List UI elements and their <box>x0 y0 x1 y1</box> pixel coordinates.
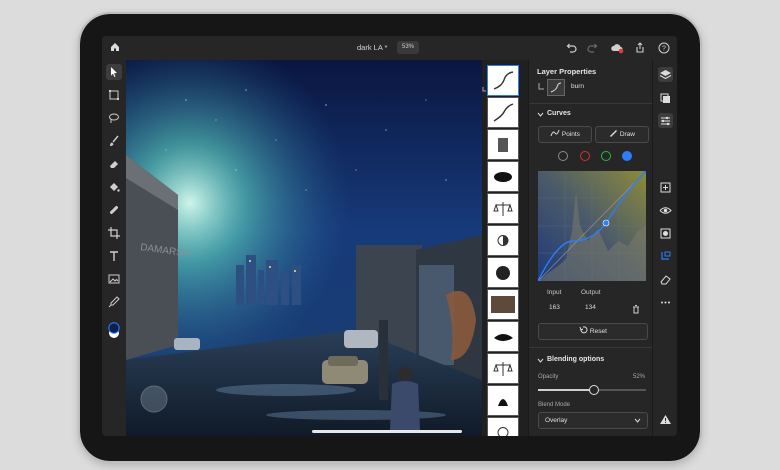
trash-icon[interactable] <box>631 304 641 314</box>
opacity-slider-fill <box>538 389 595 391</box>
redo-icon[interactable] <box>586 41 600 55</box>
color-swatch-icon[interactable] <box>106 319 122 338</box>
clip-link-icon <box>482 87 486 92</box>
visibility-icon[interactable] <box>658 203 673 218</box>
channel-blue-dot[interactable] <box>622 151 632 161</box>
draw-label: Draw <box>619 131 635 138</box>
chevron-down-icon <box>634 418 641 423</box>
divider <box>529 103 653 104</box>
divider <box>529 347 653 348</box>
add-layer-icon[interactable] <box>658 180 673 195</box>
top-bar: dark LA * 53% ? <box>102 36 677 60</box>
properties-panel: Layer Properties burn Curves Points Draw <box>528 60 653 436</box>
lasso-tool-icon[interactable] <box>106 110 122 126</box>
cloud-sync-icon[interactable] <box>610 41 624 55</box>
place-image-tool-icon[interactable] <box>106 271 122 287</box>
layers-strip <box>482 60 528 436</box>
layer-thumb-brightness[interactable] <box>487 225 519 256</box>
points-label: Points <box>561 131 580 138</box>
panel-title: Layer Properties <box>537 67 597 76</box>
select-tool-icon[interactable] <box>106 64 122 80</box>
layer-thumb-image[interactable] <box>487 129 519 160</box>
share-icon[interactable] <box>633 41 647 55</box>
curves-section-title[interactable]: Curves <box>547 110 571 117</box>
layer-name[interactable]: burn <box>571 83 584 90</box>
layer-thumb-burn[interactable] <box>487 65 519 96</box>
right-toolbar <box>652 60 677 436</box>
transform-tool-icon[interactable] <box>106 87 122 103</box>
output-value[interactable]: 134 <box>585 301 596 315</box>
image-canvas[interactable]: DAMARSH <box>126 60 482 436</box>
output-label: Output <box>581 289 601 296</box>
reset-button[interactable]: Reset <box>538 323 648 340</box>
warning-icon[interactable] <box>658 412 673 427</box>
help-icon[interactable]: ? <box>657 41 671 55</box>
adjustments-icon[interactable] <box>658 90 673 105</box>
opacity-slider-thumb[interactable] <box>589 385 600 395</box>
layer-thumb-mask[interactable] <box>487 257 519 288</box>
document-title[interactable]: dark LA * <box>357 43 387 52</box>
blend-mode-label: Blend Mode <box>538 402 571 408</box>
blending-section-title[interactable]: Blending options <box>547 356 604 363</box>
curve-points-icon <box>550 129 560 137</box>
undo-icon[interactable] <box>564 41 578 55</box>
layer-thumb-figure[interactable] <box>487 385 519 416</box>
canvas-artwork: DAMARSH <box>126 60 482 436</box>
draw-button[interactable]: Draw <box>595 126 649 143</box>
left-toolbar <box>102 60 126 436</box>
healing-tool-icon[interactable] <box>106 202 122 218</box>
home-indicator[interactable] <box>312 430 462 433</box>
layer-thumb-brush[interactable] <box>487 161 519 192</box>
layer-thumb-levels[interactable] <box>487 193 519 224</box>
app-screen: dark LA * 53% ? DAMARSH Layer Properties… <box>102 36 677 436</box>
eraser-tool-icon[interactable] <box>106 156 122 172</box>
brush-tool-icon[interactable] <box>106 133 122 149</box>
channel-green-dot[interactable] <box>601 151 611 161</box>
eraser-icon[interactable] <box>658 272 673 287</box>
input-label: Input <box>547 289 562 296</box>
pencil-icon <box>610 130 617 137</box>
channel-rgb-dot[interactable] <box>558 151 568 161</box>
more-icon[interactable] <box>658 295 673 310</box>
clipping-icon[interactable] <box>658 249 673 264</box>
mask-icon[interactable] <box>658 226 673 241</box>
layer-thumb-brightness-2[interactable] <box>487 417 519 436</box>
channel-red-dot[interactable] <box>580 151 590 161</box>
chevron-down-icon[interactable] <box>537 358 544 364</box>
layer-thumb-curves[interactable] <box>487 97 519 128</box>
properties-icon[interactable] <box>658 113 673 128</box>
opacity-slider-track[interactable] <box>538 385 646 395</box>
eyedropper-tool-icon[interactable] <box>106 294 122 310</box>
layer-thumb-levels-2[interactable] <box>487 353 519 384</box>
type-tool-icon[interactable] <box>106 248 122 264</box>
home-icon[interactable] <box>109 41 121 53</box>
svg-text:?: ? <box>662 46 666 53</box>
clip-link-icon <box>538 83 544 90</box>
input-value[interactable]: 163 <box>549 301 560 315</box>
layers-icon[interactable] <box>658 67 673 82</box>
curve-point[interactable] <box>602 219 610 227</box>
reset-icon <box>579 326 588 334</box>
blend-mode-select[interactable]: Overlay <box>538 412 648 429</box>
layer-thumb-photo[interactable] <box>487 289 519 320</box>
blend-mode-value: Overlay <box>545 417 568 424</box>
opacity-label: Opacity <box>538 374 559 380</box>
layer-thumb-shape[interactable] <box>487 321 519 352</box>
zoom-level[interactable]: 53% <box>397 41 419 54</box>
reset-label: Reset <box>589 328 607 335</box>
chevron-down-icon[interactable] <box>537 112 544 118</box>
crop-tool-icon[interactable] <box>106 225 122 241</box>
opacity-value[interactable]: 52% <box>633 374 645 380</box>
fill-tool-icon[interactable] <box>106 179 122 195</box>
layer-type-thumb <box>547 79 565 96</box>
points-button[interactable]: Points <box>538 126 592 143</box>
curves-graph[interactable] <box>538 171 646 281</box>
